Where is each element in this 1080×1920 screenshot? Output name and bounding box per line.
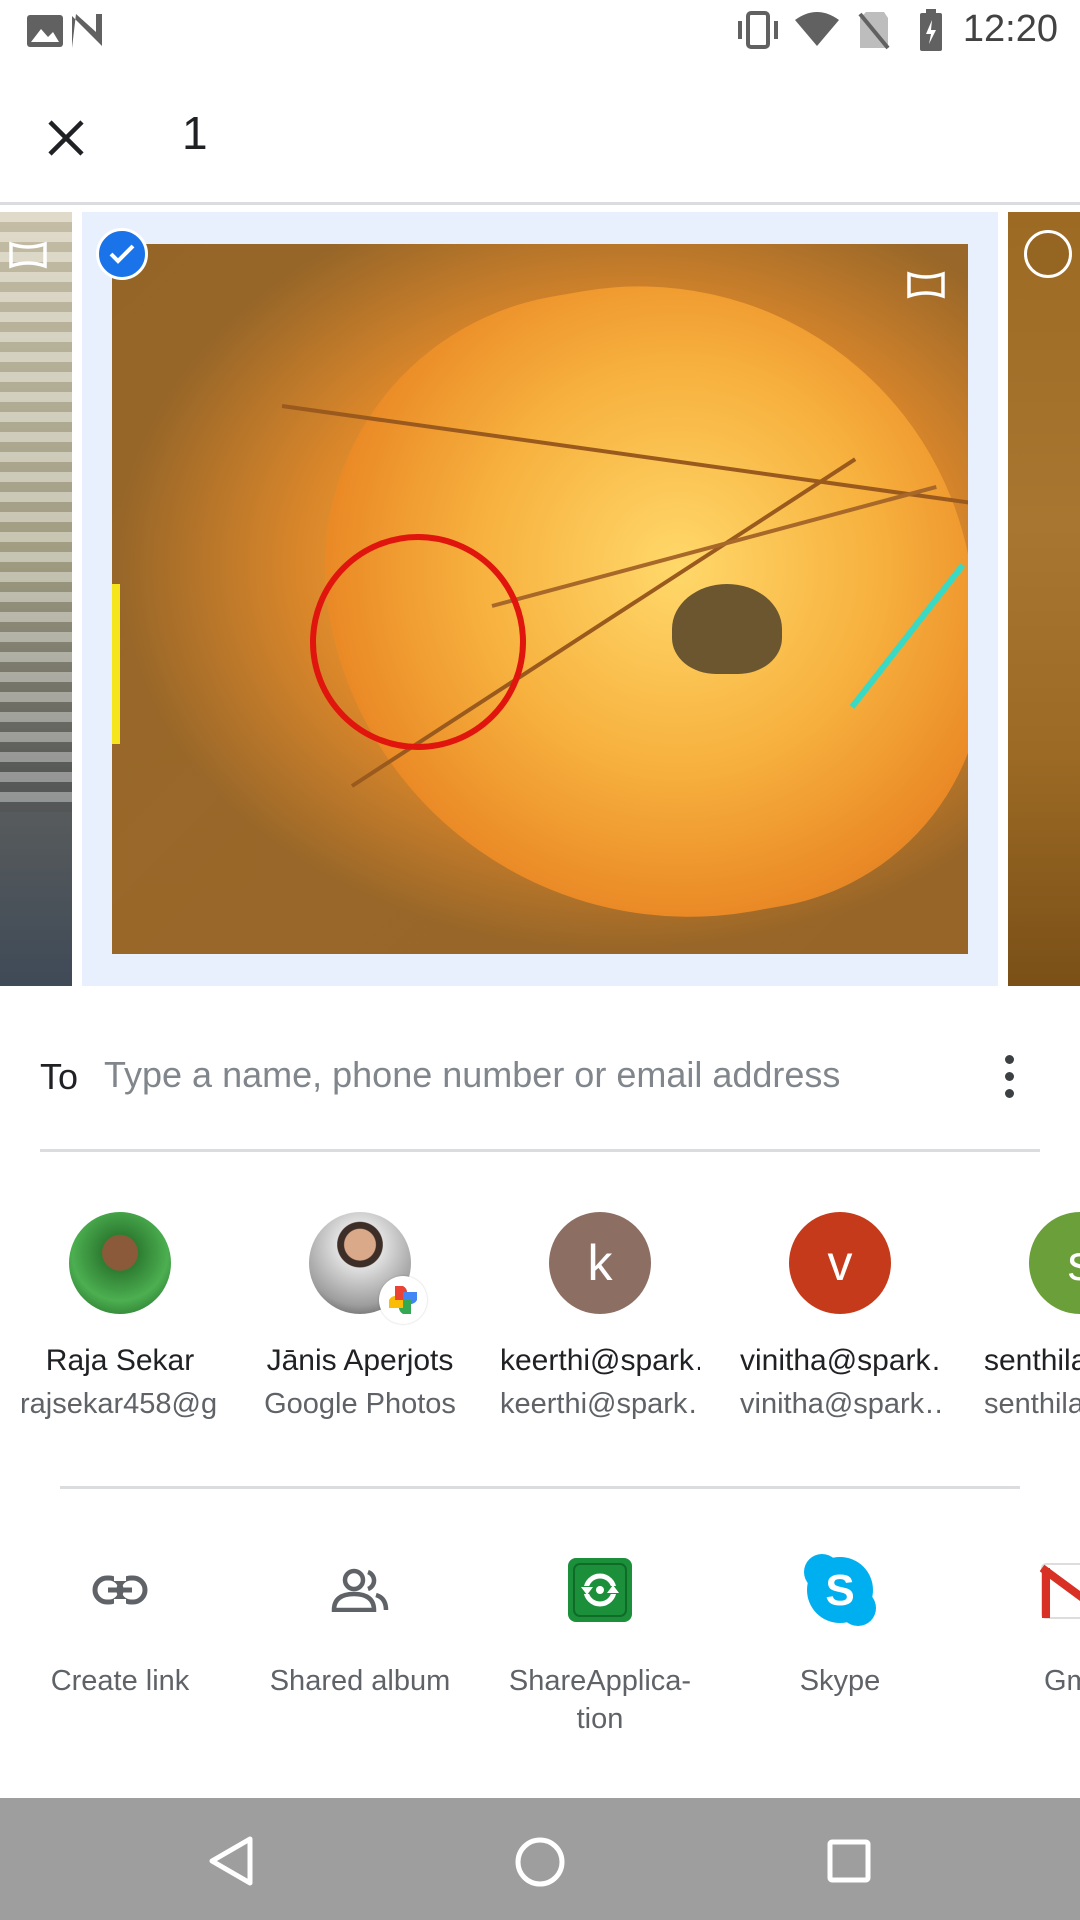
yellow-marker xyxy=(112,584,120,744)
home-icon[interactable] xyxy=(514,1836,566,1888)
panorama-icon xyxy=(907,271,945,299)
contact-item[interactable]: Jānis Aperjots Google Photos xyxy=(260,1212,460,1421)
selected-count: 1 xyxy=(182,107,208,159)
contact-sub: Google Photos xyxy=(264,1388,456,1420)
avatar xyxy=(69,1212,171,1314)
select-circle-icon[interactable] xyxy=(1024,230,1072,278)
more-vert-icon xyxy=(1004,1054,1014,1064)
contact-name: keerthi@spark… xyxy=(500,1344,700,1377)
app-skype[interactable]: S Skype xyxy=(730,1548,950,1700)
shareapp-icon xyxy=(568,1558,632,1622)
status-time: 12:20 xyxy=(962,8,1058,50)
avatar: s xyxy=(1029,1212,1080,1314)
selected-check-icon[interactable] xyxy=(96,228,148,280)
selected-photo[interactable] xyxy=(112,244,968,954)
no-sim-icon xyxy=(858,12,890,50)
image-strip[interactable] xyxy=(0,212,1080,986)
contact-item[interactable]: v vinitha@spark… vinitha@spark… xyxy=(740,1212,940,1421)
app-label: ShareApplica- tion xyxy=(508,1665,692,1735)
avatar: k xyxy=(549,1212,651,1314)
contact-item[interactable]: s senthila senthila xyxy=(980,1212,1080,1421)
wifi-icon xyxy=(795,12,839,46)
panorama-icon xyxy=(9,241,47,269)
contact-sub: rajsekar458@g… xyxy=(20,1388,220,1420)
app-shareapplication[interactable]: ShareApplica- tion xyxy=(490,1548,710,1738)
image-icon xyxy=(27,15,63,47)
recipient-row: To xyxy=(0,1010,1080,1140)
svg-text:S: S xyxy=(825,1566,854,1615)
contact-name: senthila xyxy=(984,1344,1080,1377)
contact-name: Raja Sekar xyxy=(45,1344,195,1377)
link-icon xyxy=(92,1575,148,1605)
contact-sub: senthila xyxy=(984,1388,1080,1420)
app-create-link[interactable]: Create link xyxy=(10,1548,230,1700)
app-label: Shared album xyxy=(269,1665,451,1697)
battery-icon xyxy=(920,9,942,51)
recents-icon[interactable] xyxy=(826,1838,872,1884)
top-app-bar: 1 xyxy=(0,60,1080,205)
gmail-icon xyxy=(1040,1563,1080,1619)
divider xyxy=(40,1149,1040,1152)
n-logo-icon xyxy=(72,14,102,48)
contact-item[interactable]: Raja Sekar rajsekar458@g… xyxy=(20,1212,220,1421)
google-photos-icon xyxy=(379,1276,427,1324)
avatar: v xyxy=(789,1212,891,1314)
more-options-button[interactable] xyxy=(984,1048,1034,1104)
people-icon xyxy=(331,1568,389,1612)
recipient-input[interactable] xyxy=(104,1048,964,1102)
app-gmail[interactable]: Gm xyxy=(1040,1548,1080,1700)
skype-icon: S xyxy=(804,1554,876,1626)
contact-item[interactable]: k keerthi@spark… keerthi@spark… xyxy=(500,1212,700,1421)
back-icon[interactable] xyxy=(208,1836,254,1886)
thumbnail-previous[interactable] xyxy=(0,212,72,986)
status-bar: 12:20 xyxy=(0,0,1080,60)
avatar xyxy=(309,1212,427,1324)
app-label: Gm xyxy=(1044,1665,1080,1697)
close-icon xyxy=(48,120,84,156)
to-label: To xyxy=(40,1056,79,1097)
contact-sub: keerthi@spark… xyxy=(500,1388,700,1420)
app-label: Skype xyxy=(799,1665,881,1697)
close-button[interactable] xyxy=(28,100,104,176)
navigation-bar xyxy=(0,1798,1080,1920)
vibrate-icon xyxy=(738,11,778,49)
thumbnail-next[interactable] xyxy=(1008,212,1080,986)
app-label: Create link xyxy=(50,1665,190,1697)
app-shared-album[interactable]: Shared album xyxy=(250,1548,470,1700)
contact-sub: vinitha@spark… xyxy=(740,1388,940,1420)
divider xyxy=(60,1486,1020,1489)
contact-name: Jānis Aperjots xyxy=(266,1344,454,1377)
contact-name: vinitha@spark… xyxy=(740,1344,940,1377)
